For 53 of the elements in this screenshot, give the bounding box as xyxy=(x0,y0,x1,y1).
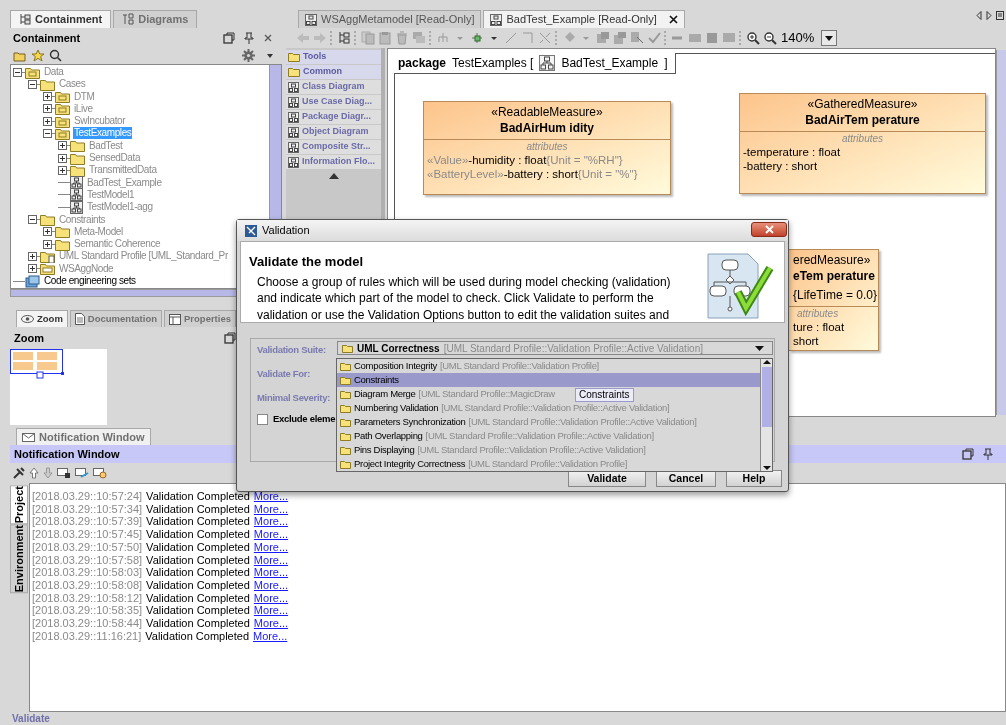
notification-message: Validation Completed xyxy=(146,616,250,631)
tagged-value: {LifeTime = 0.0} xyxy=(793,287,878,303)
notification-message: Validation Completed xyxy=(146,553,250,568)
timestamp: [2018.03.29::10:58:12] xyxy=(32,591,143,606)
timestamp: [2018.03.29::11:16:21] xyxy=(32,629,142,644)
timestamp: [2018.03.29::10:58:35] xyxy=(32,604,143,619)
attribute: ture : float xyxy=(793,320,846,334)
notification-message: Validation Completed xyxy=(146,566,250,581)
compartment-label: attributes xyxy=(840,133,885,145)
notification-message: Validation Completed xyxy=(146,540,250,555)
timestamp: [2018.03.29::10:58:08] xyxy=(32,578,143,593)
notification-message: Validation Completed xyxy=(146,604,250,619)
notification-message: Validation Completed xyxy=(146,502,250,517)
dialog-heading: Validate the model xyxy=(249,253,365,271)
class-name: BadAirHum idity xyxy=(499,120,595,136)
dialog-title: Validation xyxy=(262,223,310,239)
notification-message: Validation Completed xyxy=(146,591,250,606)
frame-label: package TestExamples [ BadTest_Example ] xyxy=(394,53,677,74)
notification-message: Validation Completed xyxy=(146,527,250,543)
notification-message: Validation Completed xyxy=(145,629,250,644)
checkbox-label: Exclude eleme xyxy=(273,412,336,426)
timestamp: [2018.03.29::10:57:34] xyxy=(32,502,143,517)
stereotype: «ReadableMeasure» xyxy=(490,104,604,120)
timestamp: [2018.03.29::10:58:03] xyxy=(32,566,143,581)
tooltip: Constraints xyxy=(575,388,634,402)
timestamp: [2018.03.29::10:57:39] xyxy=(32,515,143,530)
dialog-description: Choose a group of rules which will be used during model checking (validation) and indicate which part of the model to check. Click Validate to perform the validation or use the Validation Options button to edit the validation suites and xyxy=(257,273,672,324)
compartment-label: attributes xyxy=(796,308,840,320)
timestamp: [2018.03.29::10:57:50] xyxy=(32,540,143,555)
class-name: eTem perature xyxy=(793,268,876,284)
attribute: short xyxy=(793,334,820,348)
attribute: «BatteryLevel»-battery : short{Unit = "%"} xyxy=(427,167,639,181)
panel-title: Containment xyxy=(13,30,81,46)
panel-title: Notification Window xyxy=(14,446,120,462)
stereotype: «GatheredMeasure» xyxy=(806,96,919,112)
compartment-label: attributes xyxy=(525,141,569,153)
timestamp: [2018.03.29::10:57:58] xyxy=(32,553,143,568)
field-label: Validate For: xyxy=(257,367,311,381)
timestamp: [2018.03.29::10:58:44] xyxy=(32,616,143,631)
notification-message: Validation Completed xyxy=(146,489,250,505)
attribute: -battery : short xyxy=(743,159,819,173)
stereotype: eredMeasure» xyxy=(793,252,872,268)
notification-message: Validation Completed xyxy=(146,578,250,593)
notification-message: Validation Completed xyxy=(146,515,250,530)
attribute: «Value»-humidity : float{Unit = "%RH"} xyxy=(427,153,624,167)
timestamp: [2018.03.29::10:57:24] xyxy=(32,489,143,505)
status-text: Validate xyxy=(12,712,50,725)
class-name: BadAirTem perature xyxy=(804,112,921,128)
field-label: Minimal Severity: xyxy=(257,391,331,405)
attribute: -temperature : float xyxy=(743,145,842,159)
field-label: Validation Suite: xyxy=(257,343,326,357)
timestamp: [2018.03.29::10:57:45] xyxy=(32,527,143,543)
panel-title: Zoom xyxy=(14,330,44,346)
